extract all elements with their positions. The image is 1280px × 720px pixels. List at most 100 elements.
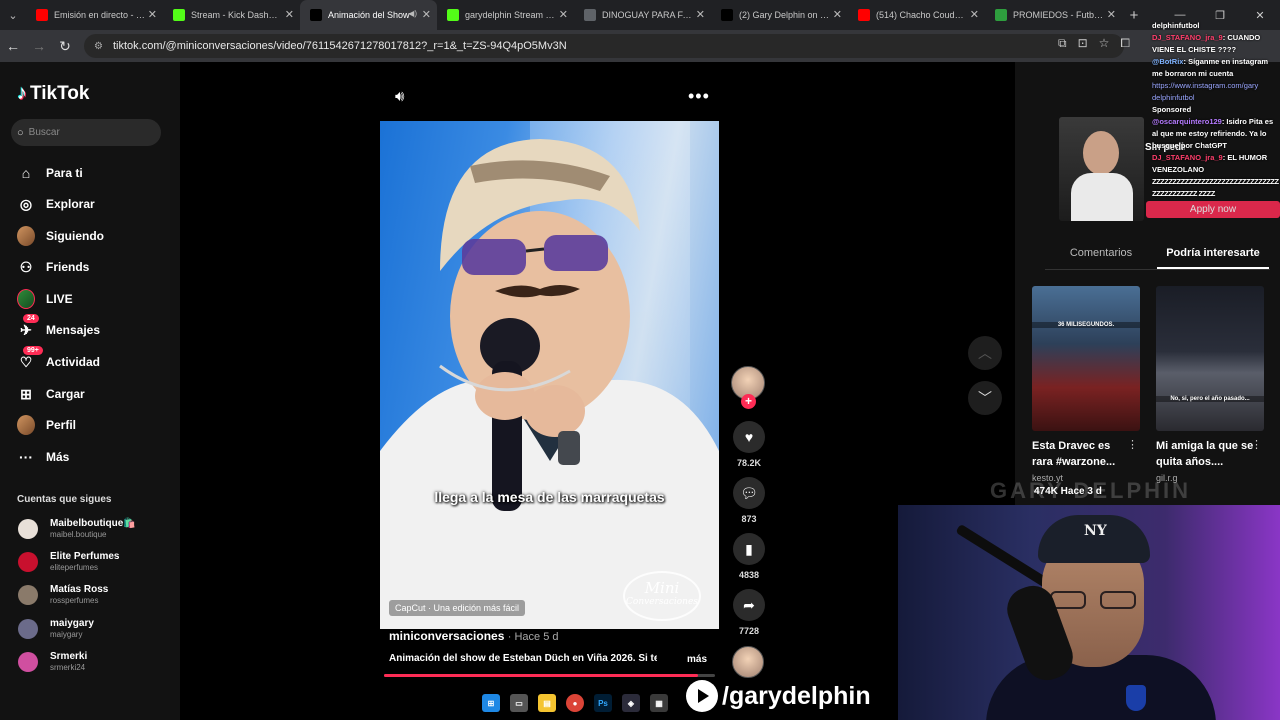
video-frame-figure <box>380 139 719 629</box>
davinci-icon[interactable]: ◈ <box>622 694 640 712</box>
site-info-icon[interactable]: ⚙ <box>94 41 103 52</box>
sidebar-item-live[interactable]: LIVE <box>17 288 73 310</box>
omnibox-actions: ⧉ ⊡ ☆ ⧠ <box>1058 36 1130 51</box>
bookmark-star-icon[interactable]: ☆ <box>1099 36 1110 51</box>
video-progress-bar[interactable] <box>384 674 715 677</box>
tab-close-icon[interactable]: ✕ <box>422 8 431 21</box>
sidebar-item-siguiendo[interactable]: Siguiendo <box>17 225 104 247</box>
followed-account[interactable]: Srmerki srmerki24 <box>18 651 87 672</box>
club-crest <box>1126 685 1146 711</box>
sidebar-item-m-s[interactable]: ··· Más <box>17 446 69 468</box>
file-explorer-icon[interactable]: ▤ <box>538 694 556 712</box>
browser-tab[interactable]: Stream - Kick Dashboard ✕ <box>163 0 300 30</box>
new-tab-button[interactable]: + <box>1122 7 1146 24</box>
ny-cap: NY <box>1038 515 1150 563</box>
tab-label: (2) Gary Delphin on X: " <box>739 10 830 20</box>
followed-account[interactable]: Matías Ross rossperfumes <box>18 584 108 605</box>
browser-tab[interactable]: (2) Gary Delphin on X: " ✕ <box>711 0 848 30</box>
chrome-icon[interactable]: ● <box>566 694 584 712</box>
video-player[interactable]: llega a la mesa de las marraquetas CapCu… <box>380 121 719 629</box>
sidebar-item-cargar[interactable]: ⊞ Cargar <box>17 383 85 405</box>
sidebar-item-friends[interactable]: ⚇ Friends <box>17 256 90 278</box>
author-name[interactable]: miniconversaciones <box>389 629 504 643</box>
kebab-icon[interactable]: ⋮ <box>1127 438 1138 451</box>
notification-badge: 24 <box>23 314 39 323</box>
tab-close-icon[interactable]: ✕ <box>1107 8 1116 21</box>
previous-video-button[interactable]: ︿ <box>968 336 1002 370</box>
capcut-label[interactable]: CapCut · Una edición más fácil <box>389 600 526 616</box>
save-button[interactable]: ▮ 4838 <box>731 533 767 580</box>
sidebar-item-actividad[interactable]: ♡ 99+ Actividad <box>17 346 101 373</box>
task-view-icon[interactable]: ▭ <box>510 694 528 712</box>
tiktok-logo[interactable]: ♪ TikTok <box>17 82 89 105</box>
like-button[interactable]: ♥ 78.2K <box>731 421 767 468</box>
tab-close-icon[interactable]: ✕ <box>559 8 568 21</box>
translate-icon[interactable]: ⧉ <box>1058 36 1067 51</box>
kebab-icon[interactable]: ⋮ <box>1251 438 1262 451</box>
tab-audio-icon[interactable]: ◀) <box>408 9 417 18</box>
tab-recommendations[interactable]: Podría interesarte <box>1157 247 1269 269</box>
video-author[interactable]: miniconversaciones · Hace 5 d <box>389 629 558 643</box>
tab-close-icon[interactable]: ✕ <box>285 8 294 21</box>
follow-plus-icon[interactable]: + <box>741 394 756 409</box>
apply-now-button[interactable]: Apply now <box>1146 201 1280 218</box>
tab-close-icon[interactable]: ✕ <box>148 8 157 21</box>
chevron-down-icon: ﹀ <box>978 390 992 406</box>
browser-tab[interactable]: DINOGUAY PARA FABRI✕ <box>574 0 711 30</box>
followed-account[interactable]: Elite Perfumes eliteperfumes <box>18 551 119 572</box>
sidebar-item-explorar[interactable]: ◎ Explorar <box>17 193 95 215</box>
rec-title[interactable]: Mi amiga la que se quita años.... <box>1156 438 1254 470</box>
comment-icon: 💬︎ <box>733 477 765 509</box>
sidebar-item-perfil[interactable]: Perfil <box>17 414 76 436</box>
streamer-handle: /garydelphin <box>686 680 871 712</box>
back-icon[interactable]: ← <box>0 38 26 54</box>
forward-icon[interactable]: → <box>26 38 52 54</box>
rec-thumbnail[interactable]: No, si, pero el año pasado... <box>1156 286 1264 431</box>
tab-search-chevron-icon[interactable]: ⌄ <box>0 0 26 30</box>
browser-tab[interactable]: Emisión en directo - You ✕ <box>26 0 163 30</box>
followed-account[interactable]: Maibelboutique🛍️ maibel.boutique <box>18 518 136 539</box>
app-icon[interactable]: ▦ <box>650 694 668 712</box>
avatar <box>18 518 38 539</box>
bookmark-icon: ▮ <box>733 533 765 565</box>
photoshop-icon[interactable]: Ps <box>594 694 612 712</box>
install-icon[interactable]: ⊡ <box>1078 36 1088 51</box>
sponsored-thumbnail[interactable] <box>1059 117 1144 221</box>
share-button[interactable]: ➦ 7728 <box>731 589 767 636</box>
search-input[interactable]: ○ Buscar <box>11 119 161 146</box>
more-icon: ··· <box>19 449 33 465</box>
sidebar-item-label: Actividad <box>46 355 101 369</box>
tab-close-icon[interactable]: ✕ <box>970 8 979 21</box>
more-options-icon[interactable]: ••• <box>688 86 710 107</box>
address-bar[interactable]: ⚙ tiktok.com/@miniconversaciones/video/7… <box>84 34 1124 58</box>
reload-icon[interactable]: ↻ <box>52 38 78 55</box>
tab-close-icon[interactable]: ✕ <box>696 8 705 21</box>
tab-comments[interactable]: Comentarios <box>1045 247 1157 269</box>
windows-start-icon[interactable]: ⊞ <box>482 694 500 712</box>
stream-chat-overlay: delphinfutbol DJ_STAFANO_jra_9: CUANDO VI… <box>1152 20 1280 200</box>
sound-disc-avatar[interactable] <box>732 646 764 678</box>
tab-close-icon[interactable]: ✕ <box>833 8 842 21</box>
rec-title[interactable]: Esta Dravec es rara #warzone... <box>1032 438 1130 470</box>
browser-tab[interactable]: Animación del Show ✕ ◀) <box>300 0 437 30</box>
rec-thumbnail[interactable]: 36 MILISEGUNDOS. <box>1032 286 1140 431</box>
recommended-video[interactable]: 36 MILISEGUNDOS. Esta Dravec es rara #wa… <box>1032 286 1140 483</box>
following-section-title: Cuentas que sigues <box>17 494 112 505</box>
next-video-button[interactable]: ﹀ <box>968 381 1002 415</box>
followed-account[interactable]: maiygary maiygary <box>18 618 94 639</box>
sidebar-item-para-ti[interactable]: ⌂ Para ti <box>17 162 83 184</box>
tab-favicon-icon <box>447 9 459 21</box>
recommended-video[interactable]: No, si, pero el año pasado... Mi amiga l… <box>1156 286 1264 483</box>
browser-tab[interactable]: (514) Chacho Coudet / # ✕ <box>848 0 985 30</box>
profile-avatar-icon <box>17 415 35 435</box>
rec-thumbnail-text: No, si, pero el año pasado... <box>1156 396 1264 402</box>
extensions-icon[interactable]: ⧠ <box>1120 36 1130 51</box>
browser-tab[interactable]: garydelphin Stream - W ✕ <box>437 0 574 30</box>
more-description-button[interactable]: más <box>687 654 707 665</box>
tab-label: Animación del Show <box>328 10 410 20</box>
comment-button[interactable]: 💬︎ 873 <box>731 477 767 524</box>
browser-tab[interactable]: PROMIEDOS - Futbol Ar ✕ <box>985 0 1122 30</box>
volume-icon[interactable]: 🔊︎ <box>395 88 404 105</box>
tab-favicon-icon <box>995 9 1007 21</box>
sidebar-item-mensajes[interactable]: ✈ 24 Mensajes <box>17 314 100 341</box>
